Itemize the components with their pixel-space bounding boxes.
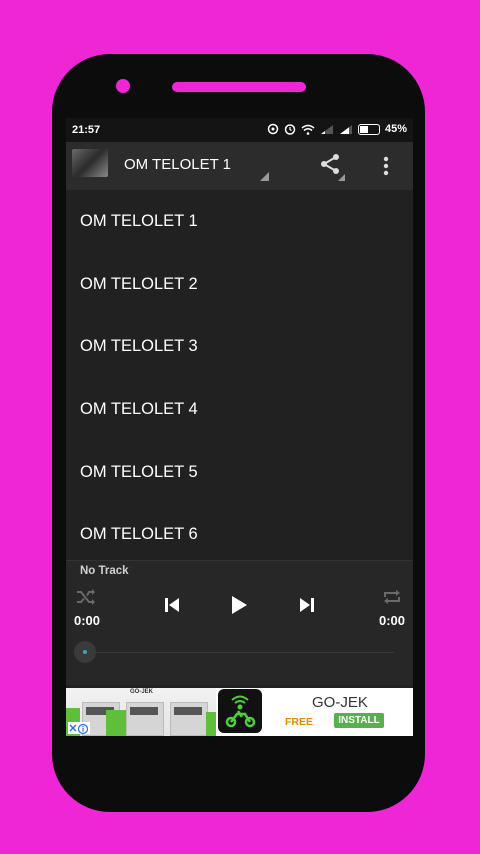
ad-screenshot [126, 702, 164, 736]
track-list-item[interactable]: OM TELOLET 6 [66, 503, 413, 566]
track-list-item[interactable]: OM TELOLET 2 [66, 253, 413, 316]
ad-install-button[interactable]: INSTALL [334, 713, 384, 728]
ad-app-name: GO-JEK [312, 694, 368, 711]
track-selector-title[interactable]: OM TELOLET 1 [124, 156, 231, 173]
status-icons: 45% [267, 123, 407, 135]
hotspot-icon [267, 123, 279, 135]
status-bar: 21:57 45% [66, 118, 413, 142]
seek-bar[interactable] [86, 652, 394, 653]
share-icon [321, 154, 339, 174]
play-button[interactable] [230, 595, 248, 615]
share-dropdown-indicator-icon [338, 174, 345, 181]
ad-app-logo[interactable] [218, 689, 262, 733]
track-list-item[interactable]: OM TELOLET 3 [66, 315, 413, 378]
previous-button[interactable] [164, 597, 180, 613]
wifi-icon [301, 124, 315, 135]
alarm-icon [284, 124, 296, 135]
track-list-item[interactable]: OM TELOLET 5 [66, 441, 413, 504]
elapsed-time: 0:00 [74, 613, 101, 628]
signal-icon-1 [320, 124, 333, 134]
overflow-menu-button[interactable] [376, 154, 396, 178]
track-list-item[interactable]: OM TELOLET 4 [66, 378, 413, 441]
ad-decoration [106, 710, 126, 736]
total-time: 0:00 [378, 613, 405, 628]
track-list-item[interactable]: OM TELOLET 1 [66, 190, 413, 253]
shuffle-button[interactable] [76, 589, 96, 605]
ad-price: FREE [285, 716, 314, 728]
track-list: OM TELOLET 1 OM TELOLET 2 OM TELOLET 3 O… [66, 190, 413, 566]
seek-handle[interactable] [74, 641, 96, 663]
ad-decoration [206, 712, 216, 736]
ad-screenshot-brand: GO-JEK [130, 689, 154, 695]
now-playing-label: No Track [80, 565, 129, 577]
screen: 21:57 45% OM TELOLET 1 OM TELOLET 1 OM T… [66, 118, 413, 736]
ad-screenshot [170, 702, 208, 736]
repeat-button[interactable] [382, 589, 402, 605]
ad-screenshots: GO-JEK [66, 688, 216, 736]
scooter-rider-icon [225, 695, 256, 728]
front-camera [116, 79, 130, 93]
battery-percent: 45% [384, 123, 407, 135]
ad-banner[interactable]: GO-JEK GO-JEK FREE INSTALL [66, 688, 413, 736]
earpiece-speaker [172, 82, 306, 92]
more-vert-icon [383, 156, 389, 176]
player-panel: No Track 0:00 0:00 [66, 560, 413, 685]
app-thumbnail[interactable] [72, 149, 108, 177]
app-bar: OM TELOLET 1 [66, 142, 413, 190]
ad-choices-icon[interactable] [68, 722, 90, 735]
dropdown-indicator-icon[interactable] [260, 172, 269, 181]
share-button[interactable] [318, 152, 345, 181]
battery-icon [357, 123, 380, 135]
status-time: 21:57 [72, 124, 101, 136]
next-button[interactable] [299, 597, 315, 613]
signal-icon-2 [339, 124, 352, 134]
